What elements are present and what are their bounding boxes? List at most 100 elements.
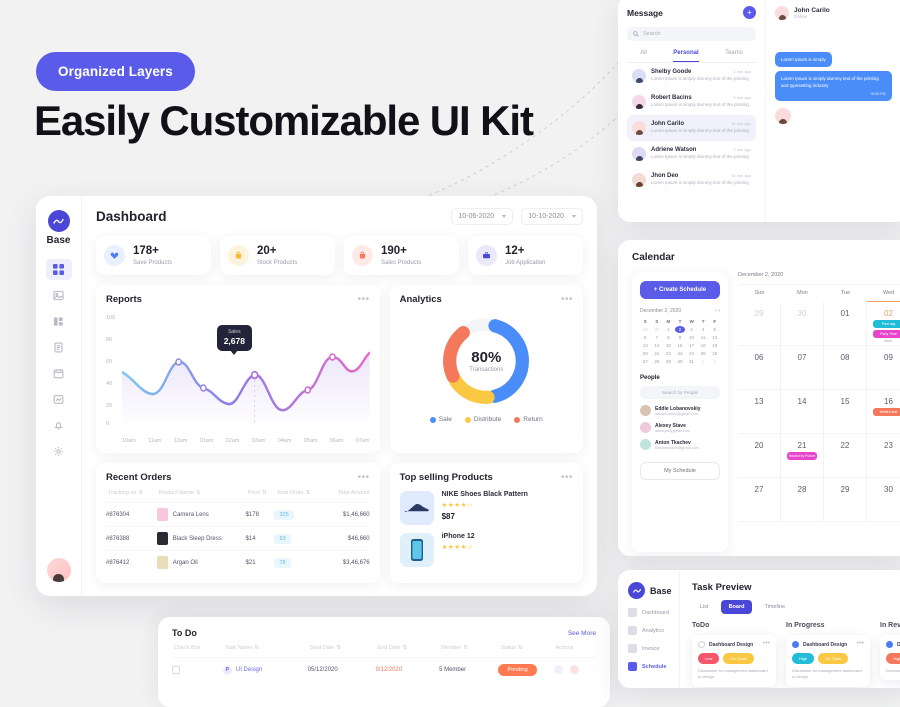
mini-day[interactable]: 1 (698, 358, 709, 365)
column-header[interactable]: Task Name ⇅ (223, 645, 308, 658)
mini-day[interactable]: 30 (675, 358, 686, 365)
week-cell[interactable]: 21 Hosted by Future (781, 434, 824, 478)
contact-item[interactable]: Jhon Deo 30 min ago Lorem Ipsum is simply… (627, 167, 756, 193)
mini-day-selected[interactable]: 2 (674, 326, 686, 333)
task-card[interactable]: Dashboard Design ••• Low On Track Discussi… (692, 635, 776, 687)
column-header[interactable]: Total Amount (323, 490, 370, 503)
mini-day[interactable]: 24 (686, 350, 697, 357)
week-cell[interactable]: 28 (781, 478, 824, 522)
sidebar-item-layers[interactable] (46, 311, 72, 332)
date-from-picker[interactable]: 10-06-2020 (451, 208, 514, 225)
tab-teams[interactable]: Teams (725, 50, 743, 62)
sidebar-item-settings[interactable] (46, 441, 72, 462)
mini-day[interactable]: 23 (675, 350, 686, 357)
mini-day[interactable]: 31 (686, 358, 697, 365)
column-header[interactable]: Actions (554, 645, 596, 658)
mini-day[interactable]: 7 (652, 334, 663, 341)
week-cell[interactable]: 01 (824, 302, 867, 346)
mini-day[interactable]: 26 (709, 350, 720, 357)
more-options-icon[interactable]: ••• (763, 640, 770, 647)
column-header[interactable]: Tracking no ⇅ (106, 490, 157, 503)
week-cell[interactable]: 08 (824, 346, 867, 390)
more-options-icon[interactable]: ••• (358, 294, 370, 304)
column-header[interactable]: End Date ⇅ (376, 645, 440, 658)
task-nav-dashboard[interactable]: Dashboard (628, 608, 679, 617)
contact-item[interactable]: John Carilo 10 min ago Lorem Ipsum is sim… (627, 115, 756, 141)
column-header[interactable]: Product Name ⇅ (157, 490, 246, 503)
column-header[interactable]: Price ⇅ (246, 490, 275, 503)
mini-day[interactable]: 13 (640, 342, 651, 349)
week-cell[interactable]: 14 (781, 390, 824, 434)
see-more-link[interactable]: See More (568, 630, 596, 637)
event-chip[interactable]: Party Time (873, 330, 900, 338)
task-nav-schedule[interactable]: Schedule (628, 662, 679, 671)
mini-day[interactable]: 29 (640, 326, 651, 333)
more-events-link[interactable]: More (867, 339, 900, 343)
more-options-icon[interactable]: ••• (857, 640, 864, 647)
column-header[interactable]: Check Box (172, 645, 223, 658)
more-options-icon[interactable]: ••• (561, 472, 573, 482)
mini-day[interactable]: 18 (698, 342, 709, 349)
week-cell[interactable]: 27 (738, 478, 781, 522)
mini-day[interactable]: 12 (709, 334, 720, 341)
sidebar-item-notifications[interactable] (46, 415, 72, 436)
date-to-picker[interactable]: 10-10-2020 (521, 208, 583, 225)
mini-day[interactable]: 1 (663, 326, 674, 333)
mini-day[interactable]: 20 (640, 350, 651, 357)
week-cell[interactable]: 30 (867, 478, 900, 522)
mini-day[interactable]: 29 (663, 358, 674, 365)
stat-card[interactable]: 12+ Job Application (468, 236, 583, 275)
mini-day[interactable]: 4 (698, 326, 709, 333)
task-card[interactable]: Dashboard Design High Discussion for man… (880, 635, 900, 681)
mini-day[interactable]: 25 (698, 350, 709, 357)
search-input[interactable]: Search (627, 27, 756, 41)
mini-day[interactable]: 6 (640, 334, 651, 341)
mini-day[interactable]: 9 (675, 334, 686, 341)
stat-card[interactable]: 178+ Save Products (96, 236, 211, 275)
tab-personal[interactable]: Personal (673, 50, 699, 62)
mini-day[interactable]: 15 (663, 342, 674, 349)
event-chip[interactable]: Plan day (873, 320, 900, 328)
table-row[interactable]: P UI Design 05/12/2020 9/12/2020 5 Member… (172, 657, 596, 682)
create-schedule-button[interactable]: + Create Schedule (640, 281, 720, 299)
person-item[interactable]: Anton Tkachev tkachevanton@gmail.com (640, 439, 720, 450)
event-chip[interactable]: Hosted by Future (787, 452, 817, 460)
sidebar-item-media[interactable] (46, 285, 72, 306)
my-schedule-button[interactable]: My Schedule (640, 462, 720, 480)
week-cell[interactable]: 07 (781, 346, 824, 390)
week-cell-today[interactable]: 02 Plan day Party Time More (867, 302, 900, 346)
mini-day[interactable]: 5 (709, 326, 720, 333)
mini-day[interactable]: 28 (652, 358, 663, 365)
sidebar-item-dashboard[interactable] (45, 259, 72, 280)
sidebar-item-calendar[interactable] (46, 363, 72, 384)
mini-day[interactable]: 30 (652, 326, 663, 333)
task-checkbox[interactable] (886, 641, 893, 648)
person-item[interactable]: Alexey Stave alexeyst@gmail.com (640, 422, 720, 433)
event-chip[interactable]: Written test (873, 408, 900, 416)
task-checkbox[interactable] (698, 641, 705, 648)
week-cell[interactable]: 09 (867, 346, 900, 390)
week-cell[interactable]: 15 (824, 390, 867, 434)
mini-day[interactable]: 27 (640, 358, 651, 365)
mini-day[interactable]: 11 (698, 334, 709, 341)
week-cell[interactable]: 16 Written test (867, 390, 900, 434)
week-cell[interactable]: 30 (781, 302, 824, 346)
sidebar-item-reports[interactable] (46, 389, 72, 410)
column-header[interactable]: Member ⇅ (439, 645, 498, 658)
tab-timeline[interactable]: Timeline (756, 600, 793, 614)
mini-day[interactable]: 8 (663, 334, 674, 341)
task-name[interactable]: UI Design (236, 667, 262, 673)
contact-item[interactable]: Adriene Watson 2 min ago Lorem Ipsum is s… (627, 141, 756, 167)
mini-day[interactable]: 16 (675, 342, 686, 349)
week-cell[interactable]: 29 (824, 478, 867, 522)
person-item[interactable]: Eddie Lobanovskiy laboanovskiy@gmail.com (640, 405, 720, 416)
mini-day[interactable]: 22 (663, 350, 674, 357)
contact-item[interactable]: Robert Bacins 5 min ago Lorem Ipsum is si… (627, 89, 756, 115)
column-header[interactable]: Total Order ⇅ (274, 490, 323, 503)
stat-card[interactable]: 190+ Sales Products (344, 236, 459, 275)
sidebar-item-documents[interactable] (46, 337, 72, 358)
people-search-input[interactable]: Search for People (640, 386, 720, 399)
task-nav-invoice[interactable]: Invoice (628, 644, 679, 653)
table-row[interactable]: #876304 Camera Lens $178 325 $1,46,660 (106, 502, 370, 527)
week-cell[interactable]: 29 (738, 302, 781, 346)
